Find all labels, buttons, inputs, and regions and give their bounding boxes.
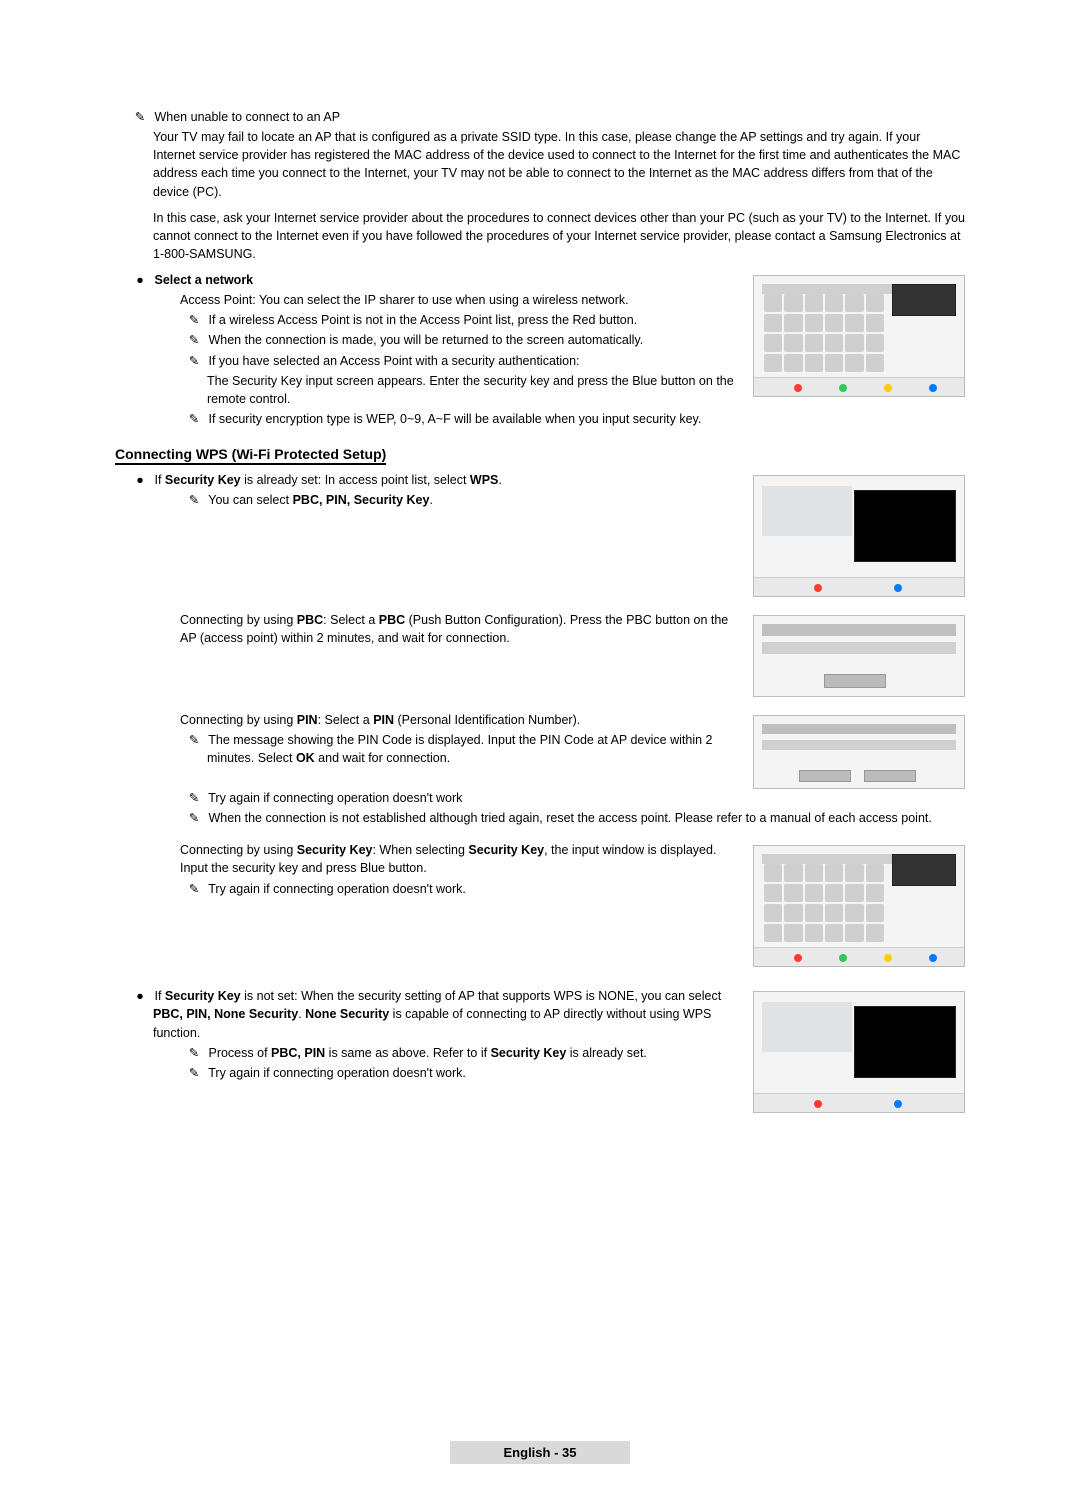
section-heading-wps: Connecting WPS (Wi-Fi Protected Setup) — [115, 446, 386, 465]
label: Select a network — [154, 273, 253, 287]
col-text: ● Select a network Access Point: You can… — [115, 271, 737, 430]
screenshot-thumb-security-key — [753, 845, 965, 967]
text: The message showing the PIN Code is disp… — [207, 733, 712, 765]
note-item: ✎ Try again if connecting operation does… — [115, 789, 965, 807]
text: You can select PBC, PIN, Security Key. — [208, 493, 433, 507]
note-icon: ✎ — [187, 331, 201, 349]
note-item: ✎ Try again if connecting operation does… — [115, 1064, 737, 1082]
row-security-key: Connecting by using Security Key: When s… — [115, 841, 965, 967]
text: Try again if connecting operation doesn'… — [208, 882, 466, 896]
note-item: ✎ When the connection is made, you will … — [115, 331, 737, 349]
row-not-set: ● If Security Key is not set: When the s… — [115, 987, 965, 1113]
screenshot-thumb-keypad — [753, 275, 965, 397]
row-wps-set: ● If Security Key is already set: In acc… — [115, 471, 965, 597]
note-item: ✎ Process of PBC, PIN is same as above. … — [115, 1044, 737, 1062]
note-icon: ✎ — [187, 352, 201, 370]
note-item: ✎ Try again if connecting operation does… — [115, 880, 737, 898]
bullet-item: ● Select a network — [115, 271, 737, 289]
note-item: ✎ If a wireless Access Point is not in t… — [115, 311, 737, 329]
text: Connecting by using Security Key: When s… — [115, 841, 737, 877]
row-pbc: Connecting by using PBC: Select a PBC (P… — [115, 611, 965, 697]
note-item: ✎ You can select PBC, PIN, Security Key. — [115, 491, 737, 509]
note-icon: ✎ — [187, 731, 201, 749]
note-icon: ✎ — [133, 108, 147, 126]
screenshot-thumb-pin — [753, 715, 965, 789]
bullet-icon: ● — [133, 471, 147, 489]
paragraph: Your TV may fail to locate an AP that is… — [115, 128, 965, 201]
note-item: ✎ The message showing the PIN Code is di… — [115, 731, 737, 767]
text: When the connection is not established a… — [208, 811, 931, 825]
note-icon: ✎ — [187, 410, 201, 428]
text: Try again if connecting operation doesn'… — [208, 1066, 466, 1080]
screenshot-thumb-wps-list — [753, 475, 965, 597]
text: The Security Key input screen appears. E… — [115, 372, 737, 408]
text: When the connection is made, you will be… — [208, 333, 643, 347]
bullet-icon: ● — [133, 271, 147, 289]
bullet-item: ● If Security Key is not set: When the s… — [115, 987, 737, 1041]
screenshot-thumb-pbc — [753, 615, 965, 697]
text: Connecting by using PIN: Select a PIN (P… — [115, 711, 737, 729]
paragraph: In this case, ask your Internet service … — [115, 209, 965, 263]
note-icon: ✎ — [187, 789, 201, 807]
note-item: ✎ If security encryption type is WEP, 0~… — [115, 410, 737, 428]
page-footer: English - 35 — [450, 1441, 630, 1464]
text: Access Point: You can select the IP shar… — [115, 291, 737, 309]
text: If security encryption type is WEP, 0~9,… — [208, 412, 701, 426]
text: When unable to connect to an AP — [154, 110, 340, 124]
note-icon: ✎ — [187, 809, 201, 827]
note-icon: ✎ — [187, 1064, 201, 1082]
note-item: ✎ If you have selected an Access Point w… — [115, 352, 737, 370]
note-icon: ✎ — [187, 311, 201, 329]
note-item: ✎ When the connection is not established… — [115, 809, 965, 827]
screenshot-thumb-none-security — [753, 991, 965, 1113]
manual-page: ✎ When unable to connect to an AP Your T… — [0, 0, 1080, 1488]
text: If you have selected an Access Point wit… — [208, 354, 579, 368]
note-icon: ✎ — [187, 491, 201, 509]
text: Connecting by using PBC: Select a PBC (P… — [115, 611, 737, 647]
text: Try again if connecting operation doesn'… — [208, 791, 462, 805]
text: If a wireless Access Point is not in the… — [208, 313, 637, 327]
text: If Security Key is already set: In acces… — [154, 473, 501, 487]
note-icon: ✎ — [187, 880, 201, 898]
bullet-item: ● If Security Key is already set: In acc… — [115, 471, 737, 489]
row-pin: Connecting by using PIN: Select a PIN (P… — [115, 711, 965, 789]
note-icon: ✎ — [187, 1044, 201, 1062]
row-select-network: ● Select a network Access Point: You can… — [115, 271, 965, 430]
bullet-icon: ● — [133, 987, 147, 1005]
note-unable-title: ✎ When unable to connect to an AP — [115, 108, 965, 126]
text: If Security Key is not set: When the sec… — [153, 989, 721, 1039]
text: Process of PBC, PIN is same as above. Re… — [208, 1046, 646, 1060]
